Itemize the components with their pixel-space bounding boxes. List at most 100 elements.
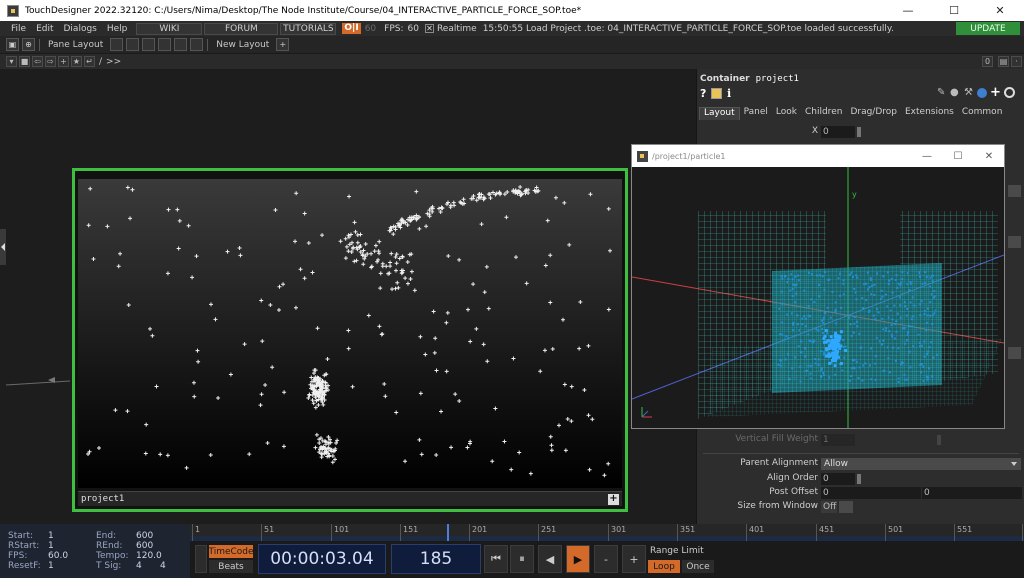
jump-to-start-button[interactable]: ⏮	[484, 545, 508, 573]
param-x-slider-knob[interactable]	[857, 127, 861, 137]
container-name-label[interactable]: project1	[78, 494, 608, 504]
parent-up-icon[interactable]: ↵	[84, 56, 95, 67]
param-x-field[interactable]: 0	[821, 126, 855, 138]
tab-common[interactable]: Common	[958, 107, 1007, 120]
playhead[interactable]	[447, 524, 449, 541]
step-back-button[interactable]: -	[594, 545, 618, 573]
layout-four-icon[interactable]	[174, 38, 188, 51]
tab-panel[interactable]: Panel	[740, 107, 772, 120]
dropdown-arrow-icon[interactable]	[1008, 347, 1021, 359]
menu-file[interactable]: File	[6, 24, 31, 34]
new-layout-plus-button[interactable]: +	[276, 38, 290, 51]
layout-split-vertical-icon[interactable]	[126, 38, 140, 51]
resetf-value[interactable]: 1	[48, 561, 54, 571]
pane-type-icon[interactable]: ▤	[998, 56, 1009, 67]
minimize-button[interactable]: —	[885, 0, 931, 21]
param-vfill-field[interactable]: 1	[821, 434, 855, 446]
realtime-checkbox[interactable]: ✕	[424, 24, 434, 33]
viewer-minimize-button[interactable]: —	[912, 145, 942, 167]
back-arrow-icon[interactable]: ⇦	[32, 56, 43, 67]
param-parent-alignment-dropdown[interactable]: Allow	[821, 458, 1021, 470]
update-button[interactable]: UPDATE	[956, 22, 1020, 35]
param-post-offset-y-field[interactable]: 0	[922, 487, 1022, 499]
loop-toggle[interactable]: Loop	[648, 560, 680, 573]
forum-button[interactable]: FORUM	[204, 22, 279, 35]
play-forward-button[interactable]: ▶	[566, 545, 590, 573]
comment-icon[interactable]: ●	[950, 87, 959, 98]
layout-single-icon[interactable]	[110, 38, 124, 51]
timecode-display[interactable]: 00:00:03.04	[258, 544, 386, 574]
particle-view[interactable]	[78, 179, 622, 488]
rend-value[interactable]: 600	[136, 541, 153, 551]
tab-layout[interactable]: Layout	[699, 107, 740, 120]
python-help-icon[interactable]	[711, 88, 722, 99]
add-parameter-icon[interactable]: +	[990, 85, 1001, 100]
viewer-toggle-plus-icon[interactable]: +	[608, 493, 619, 505]
tab-children[interactable]: Children	[801, 107, 846, 120]
layout-split-horizontal-icon[interactable]	[142, 38, 156, 51]
wiki-button[interactable]: WIKI	[136, 22, 203, 35]
star-icon[interactable]: ★	[71, 56, 82, 67]
tab-drag-drop[interactable]: Drag/Drop	[846, 107, 901, 120]
container-viewer-panel[interactable]: project1 +	[72, 168, 628, 512]
floating-viewer-window[interactable]: /project1/particle1 — ☐ ✕ y	[631, 144, 1005, 429]
viewer-title-bar[interactable]: /project1/particle1 — ☐ ✕	[632, 145, 1004, 167]
timeline-collapse-icon[interactable]	[195, 545, 207, 573]
wrench-icon[interactable]: ⚒	[964, 87, 973, 98]
once-toggle[interactable]: Once	[682, 560, 714, 573]
operator-name[interactable]: project1	[750, 74, 799, 84]
tempo-value[interactable]: 120.0	[136, 551, 162, 561]
frame-display[interactable]: 185	[391, 544, 481, 574]
param-align-order-field[interactable]: 0	[821, 473, 855, 485]
viewer-maximize-button[interactable]: ☐	[943, 145, 973, 167]
menu-help[interactable]: Help	[102, 24, 133, 34]
play-backward-button[interactable]: ◀	[538, 545, 562, 573]
viewer-close-button[interactable]: ✕	[974, 145, 1004, 167]
timeline-ruler[interactable]: 151101151201251301351401451501551600	[190, 524, 1024, 541]
add-icon[interactable]: +	[58, 56, 69, 67]
toggle-box[interactable]	[839, 501, 853, 513]
particle-point	[348, 232, 353, 237]
target-icon[interactable]	[1004, 87, 1015, 98]
param-size-from-window-toggle[interactable]: Off	[821, 501, 837, 513]
tsig-numerator[interactable]: 4	[136, 561, 142, 571]
rstart-value[interactable]: 1	[48, 541, 54, 551]
pane-close-icon[interactable]: ‧	[1011, 56, 1022, 67]
timecode-toggle[interactable]: TimeCode	[208, 545, 254, 558]
perform-mode-badge[interactable]: O|I	[342, 23, 361, 34]
forward-arrow-icon[interactable]: ⇨	[45, 56, 56, 67]
close-button[interactable]: ✕	[977, 0, 1023, 21]
layout-grid-icon[interactable]	[190, 38, 204, 51]
tsig-denominator[interactable]: 4	[160, 561, 166, 571]
fps-setting-value[interactable]: 60.0	[48, 551, 68, 561]
tab-extensions[interactable]: Extensions	[901, 107, 958, 120]
start-value[interactable]: 1	[48, 531, 54, 541]
menu-edit[interactable]: Edit	[31, 24, 58, 34]
path-text[interactable]: /	[99, 57, 102, 67]
tab-look[interactable]: Look	[772, 107, 801, 120]
beats-toggle[interactable]: Beats	[209, 560, 253, 573]
step-forward-button[interactable]: +	[622, 545, 646, 573]
dropdown-arrow-icon[interactable]	[1008, 236, 1021, 248]
info-icon[interactable]: i	[727, 87, 731, 100]
path-more[interactable]: >>	[106, 57, 121, 67]
pane-toggle-icon[interactable]: ▣	[6, 38, 19, 51]
param-post-offset-x-field[interactable]: 0	[821, 487, 921, 499]
pause-button[interactable]: ⏸	[510, 545, 534, 573]
home-pane-icon[interactable]: ⊕	[22, 38, 35, 51]
dropdown-arrow-icon[interactable]	[1008, 185, 1021, 197]
tutorials-button[interactable]: TUTORIALS	[280, 22, 337, 35]
stop-icon[interactable]: ■	[19, 56, 30, 67]
menu-dialogs[interactable]: Dialogs	[59, 24, 102, 34]
chevron-down-icon[interactable]: ▾	[6, 56, 17, 67]
layout-three-icon[interactable]	[158, 38, 172, 51]
maximize-button[interactable]: ☐	[931, 0, 977, 21]
param-vfill-slider-knob[interactable]	[937, 435, 941, 445]
end-value[interactable]: 600	[136, 531, 153, 541]
edit-icon[interactable]: ✎	[937, 87, 945, 98]
3d-viewport[interactable]: y	[632, 167, 1004, 428]
python-icon[interactable]	[977, 88, 987, 98]
pane-index[interactable]: 0	[982, 56, 993, 67]
help-icon[interactable]: ?	[700, 87, 706, 100]
param-align-order-slider-knob[interactable]	[857, 474, 861, 484]
